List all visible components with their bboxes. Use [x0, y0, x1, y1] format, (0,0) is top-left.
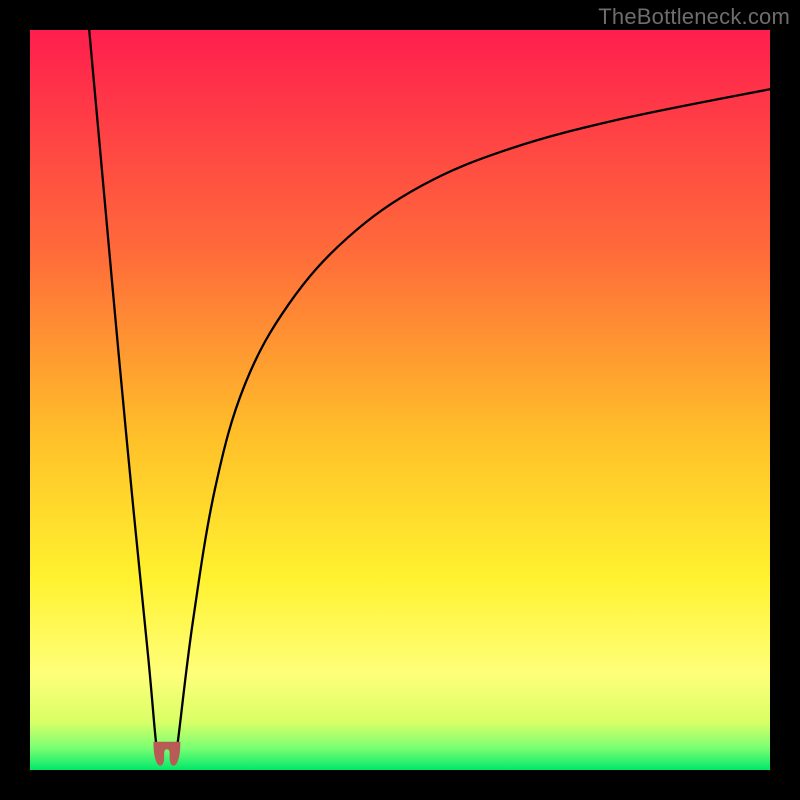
watermark-label: TheBottleneck.com — [598, 4, 790, 30]
plot-area — [30, 30, 770, 770]
plot-background — [30, 30, 770, 770]
chart-canvas — [30, 30, 770, 770]
chart-frame: TheBottleneck.com — [0, 0, 800, 800]
